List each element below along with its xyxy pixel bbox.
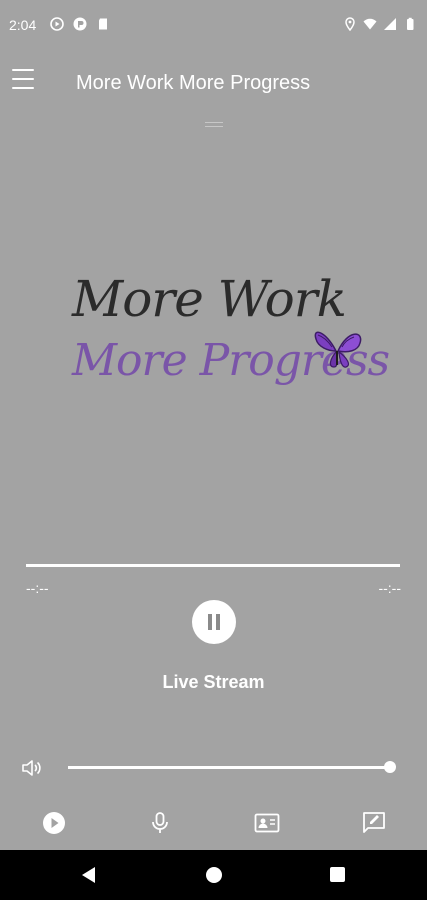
status-icons-right	[343, 17, 417, 31]
back-icon[interactable]	[82, 867, 95, 883]
sd-card-icon	[99, 18, 107, 30]
app-bar: More Work More Progress	[0, 52, 427, 114]
news-icon	[73, 17, 87, 31]
hamburger-line	[12, 87, 34, 89]
bottom-nav	[0, 800, 427, 850]
hamburger-line	[12, 78, 34, 80]
play-icon[interactable]	[41, 810, 67, 836]
battery-icon	[407, 17, 414, 30]
status-time: 2:04	[9, 17, 37, 33]
status-icons-left	[50, 17, 110, 31]
home-icon[interactable]	[206, 867, 222, 883]
cell-signal-icon	[384, 18, 396, 30]
status-bar: 2:04	[0, 0, 427, 52]
pause-button[interactable]	[192, 600, 236, 644]
app-title: More Work More Progress	[76, 72, 311, 94]
play-circle-icon	[50, 17, 64, 31]
station-logo: More Work More Progress	[62, 255, 390, 445]
system-nav-bar	[0, 850, 427, 900]
total-time: --:--	[378, 580, 401, 596]
contact-card-icon[interactable]	[254, 810, 280, 836]
volume-slider[interactable]	[68, 766, 390, 769]
menu-button[interactable]	[12, 69, 34, 91]
location-icon	[345, 17, 355, 31]
feedback-icon[interactable]	[361, 810, 387, 836]
microphone-icon[interactable]	[147, 810, 173, 836]
wifi-icon	[363, 18, 377, 30]
volume-icon[interactable]	[20, 756, 44, 780]
progress-bar[interactable]	[26, 564, 400, 567]
elapsed-time: --:--	[26, 580, 49, 596]
stream-title: Live Stream	[162, 672, 265, 692]
pause-icon-bar	[216, 614, 220, 630]
pause-icon	[208, 614, 212, 630]
drag-handle[interactable]	[205, 122, 223, 128]
recents-icon[interactable]	[330, 867, 345, 882]
butterfly-icon	[314, 331, 362, 368]
logo-line-1: More Work	[72, 270, 347, 328]
hamburger-menu-icon	[12, 69, 34, 71]
volume-thumb[interactable]	[384, 761, 396, 773]
